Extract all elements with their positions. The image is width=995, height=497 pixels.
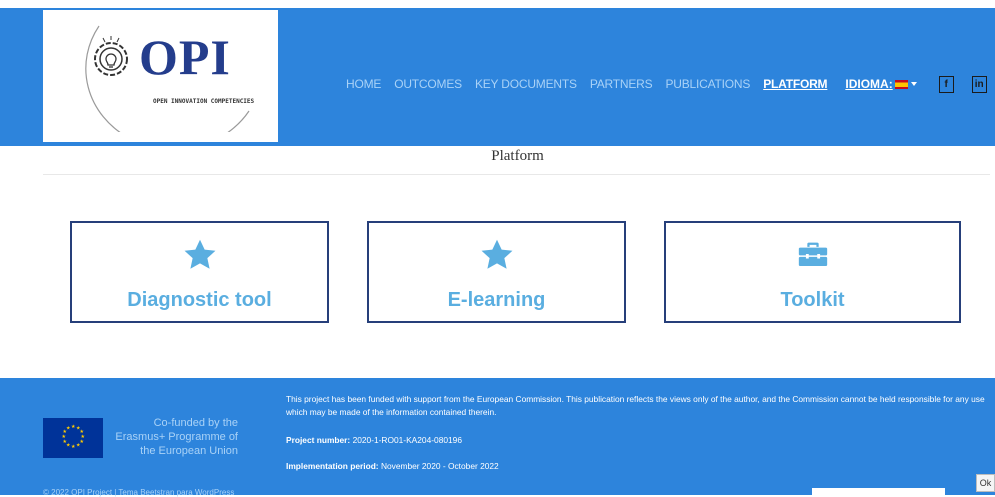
svg-text:★: ★	[66, 426, 71, 432]
period-value: November 2020 - October 2022	[380, 461, 499, 471]
svg-text:★: ★	[76, 443, 81, 449]
ok-button[interactable]: Ok	[976, 474, 995, 492]
site-footer: ★ ★ ★ ★ ★ ★ ★ ★ ★ ★ ★ ★ Co-funded by the Erasmus…	[0, 378, 995, 497]
spain-flag-icon	[894, 79, 908, 89]
eu-cofunded-text: Co-funded by the Erasmus+ Programme of t…	[115, 417, 238, 457]
gear-bulb-icon	[94, 36, 128, 76]
card-toolkit[interactable]: Toolkit	[664, 221, 961, 323]
page-title: Platform	[491, 148, 544, 164]
funding-disclaimer: This project has been funded with suppor…	[286, 394, 985, 417]
site-header: OPI OPEN INNOVATION COMPETENCIES HOME OU…	[0, 8, 995, 146]
project-number-label: Project number:	[286, 435, 351, 445]
nav-outcomes[interactable]: OUTCOMES	[394, 77, 462, 91]
card-diagnostic-tool[interactable]: Diagnostic tool	[70, 221, 329, 323]
card-label: Diagnostic tool	[127, 289, 272, 311]
nav-publications[interactable]: PUBLICATIONS	[665, 77, 750, 91]
eu-flag-icon: ★ ★★ ★★★ ★★★ ★★★	[43, 418, 103, 458]
svg-text:★: ★	[71, 444, 76, 450]
linkedin-icon[interactable]: in	[971, 75, 987, 93]
nav-partners[interactable]: PARTNERS	[590, 77, 653, 91]
language-selector[interactable]: IDIOMA:	[845, 77, 917, 91]
implementation-period: Implementation period: November 2020 - O…	[286, 461, 499, 471]
logo-subtitle: OPEN INNOVATION COMPETENCIES	[153, 98, 255, 105]
main-nav: HOME OUTCOMES KEY DOCUMENTS PARTNERS PUB…	[346, 74, 995, 94]
caret-down-icon	[910, 82, 917, 86]
project-number: Project number: 2020-1-RO01-KA204-080196	[286, 435, 462, 445]
card-label: E-learning	[447, 289, 546, 311]
star-icon	[481, 239, 512, 269]
project-number-value: 2020-1-RO01-KA204-080196	[352, 435, 462, 445]
card-e-learning[interactable]: E-learning	[367, 221, 626, 323]
toolbox-icon	[798, 242, 827, 267]
site-logo[interactable]: OPI OPEN INNOVATION COMPETENCIES	[43, 10, 278, 142]
card-label: Toolkit	[780, 289, 845, 311]
title-divider	[43, 174, 990, 175]
period-label: Implementation period:	[286, 461, 379, 471]
logo-wordmark: OPI	[139, 29, 231, 85]
nav-key-documents[interactable]: KEY DOCUMENTS	[475, 77, 577, 91]
facebook-icon[interactable]: f	[938, 75, 954, 93]
nav-home[interactable]: HOME	[346, 77, 381, 91]
copyright-text: © 2022 OPI Project | Tema Beetstran para…	[43, 488, 235, 497]
language-label: IDIOMA:	[845, 77, 893, 91]
nav-platform[interactable]: PLATFORM	[763, 77, 827, 91]
star-icon	[184, 239, 215, 269]
